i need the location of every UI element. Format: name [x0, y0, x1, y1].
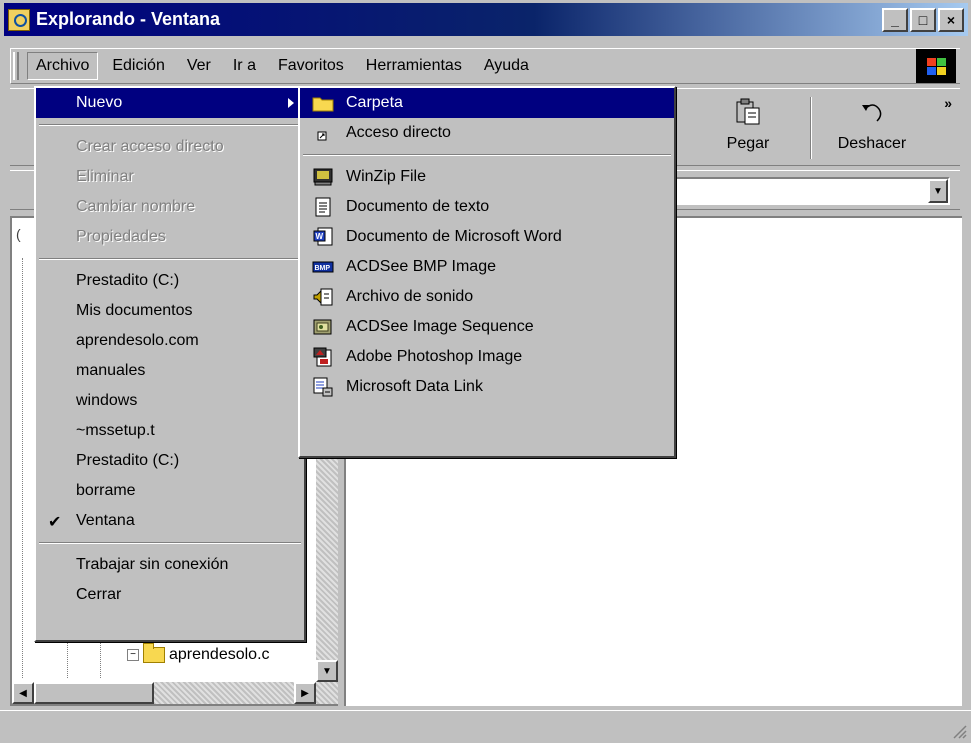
menu-item-cambiar-nombre[interactable]: Cambiar nombre [36, 192, 304, 222]
submenu-item-acceso-directo[interactable]: Acceso directo [300, 118, 674, 148]
menu-item-ventana[interactable]: ✔ Ventana [36, 506, 304, 536]
checkmark-icon: ✔ [48, 514, 62, 531]
menu-item-propiedades[interactable]: Propiedades [36, 222, 304, 252]
address-dropdown-button[interactable]: ▼ [928, 179, 948, 203]
menu-item-recent[interactable]: windows [36, 386, 304, 416]
collapse-icon[interactable]: − [127, 649, 139, 661]
data-link-icon [312, 377, 334, 397]
explorer-app-icon[interactable] [8, 8, 30, 31]
address-input[interactable]: ▼ [650, 177, 950, 205]
menu-ir-a[interactable]: Ir a [225, 53, 264, 79]
paste-icon [733, 97, 763, 127]
menu-archivo[interactable]: Archivo [27, 52, 99, 80]
explorer-window: Explorando - Ventana _ □ × Archivo Edici… [0, 0, 971, 743]
winzip-icon [312, 167, 334, 187]
sound-file-icon [312, 287, 334, 307]
submenu-item-archivo-sonido[interactable]: Archivo de sonido [300, 282, 674, 312]
text-document-icon [312, 197, 334, 217]
image-sequence-icon [312, 317, 334, 337]
submenu-item-bmp-image[interactable]: BMP ACDSee BMP Image [300, 252, 674, 282]
scroll-right-button[interactable]: ▶ [294, 682, 316, 704]
menu-ver[interactable]: Ver [179, 53, 219, 79]
menu-item-recent[interactable]: Prestadito (C:) [36, 446, 304, 476]
photoshop-image-icon [312, 347, 334, 367]
paste-label: Pegar [726, 135, 770, 152]
submenu-item-carpeta[interactable]: Carpeta [300, 88, 674, 118]
svg-text:W: W [316, 232, 324, 241]
menubar-grip[interactable] [13, 52, 19, 80]
menu-item-recent[interactable]: ~mssetup.t [36, 416, 304, 446]
submenu-item-image-sequence[interactable]: ACDSee Image Sequence [300, 312, 674, 342]
menu-herramientas[interactable]: Herramientas [358, 53, 470, 79]
undo-button[interactable]: Deshacer [822, 97, 922, 153]
svg-text:BMP: BMP [315, 265, 331, 272]
horizontal-scroll-thumb[interactable] [34, 682, 154, 704]
menu-separator [303, 154, 671, 156]
menu-bar: Archivo Edición Ver Ir a Favoritos Herra… [10, 48, 960, 84]
tree-item-aprendesolo[interactable]: − aprendesolo.c [127, 643, 270, 664]
submenu-arrow-icon [288, 98, 294, 108]
menu-item-eliminar[interactable]: Eliminar [36, 162, 304, 192]
shortcut-icon [312, 123, 334, 143]
window-title: Explorando - Ventana [36, 9, 221, 29]
tree-line [22, 258, 23, 678]
scroll-down-button[interactable]: ▼ [316, 660, 338, 682]
menu-item-recent[interactable]: borrame [36, 476, 304, 506]
submenu-item-winzip[interactable]: WinZip File [300, 162, 674, 192]
bmp-image-icon: BMP [312, 257, 334, 277]
folder-icon [143, 643, 165, 663]
windows-logo-icon [916, 49, 956, 83]
menu-separator [39, 258, 301, 260]
close-button[interactable]: × [938, 8, 964, 32]
resize-grip-icon[interactable] [951, 723, 967, 739]
undo-icon [857, 97, 887, 127]
title-bar[interactable]: Explorando - Ventana _ □ × [4, 3, 968, 36]
maximize-button[interactable]: □ [910, 8, 936, 32]
scroll-left-button[interactable]: ◀ [12, 682, 34, 704]
menu-item-crear-acceso[interactable]: Crear acceso directo [36, 132, 304, 162]
menu-item-recent[interactable]: manuales [36, 356, 304, 386]
menu-item-nuevo[interactable]: Nuevo [36, 88, 304, 118]
menu-item-recent[interactable]: Prestadito (C:) [36, 266, 304, 296]
tree-item-label: aprendesolo.c [169, 646, 270, 663]
menu-ayuda[interactable]: Ayuda [476, 53, 537, 79]
submenu-item-photoshop-image[interactable]: Adobe Photoshop Image [300, 342, 674, 372]
status-bar [0, 710, 971, 743]
tree-horizontal-scrollbar[interactable]: ◀ ▶ [12, 682, 338, 704]
toolbar-separator [810, 97, 812, 159]
menu-edicion[interactable]: Edición [104, 53, 172, 79]
word-document-icon: W [312, 227, 334, 247]
submenu-item-data-link[interactable]: Microsoft Data Link [300, 372, 674, 402]
submenu-item-documento-texto[interactable]: Documento de texto [300, 192, 674, 222]
menu-separator [39, 124, 301, 126]
minimize-button[interactable]: _ [882, 8, 908, 32]
pane-header-fragment: ( [16, 226, 21, 242]
undo-label: Deshacer [837, 135, 907, 152]
menu-item-trabajar-sin-conexion[interactable]: Trabajar sin conexión [36, 550, 304, 580]
submenu-item-documento-word[interactable]: W Documento de Microsoft Word [300, 222, 674, 252]
menu-item-recent[interactable]: aprendesolo.com [36, 326, 304, 356]
toolbar-overflow-chevron[interactable]: » [944, 95, 952, 111]
menu-favoritos[interactable]: Favoritos [270, 53, 352, 79]
menu-separator [39, 542, 301, 544]
archivo-menu: Nuevo Crear acceso directo Eliminar Camb… [34, 86, 306, 642]
nuevo-submenu: Carpeta Acceso directo WinZip File Docum… [298, 86, 676, 458]
folder-icon [312, 93, 334, 113]
menu-item-cerrar[interactable]: Cerrar [36, 580, 304, 610]
menu-item-recent[interactable]: Mis documentos [36, 296, 304, 326]
paste-button[interactable]: Pegar [712, 97, 784, 153]
